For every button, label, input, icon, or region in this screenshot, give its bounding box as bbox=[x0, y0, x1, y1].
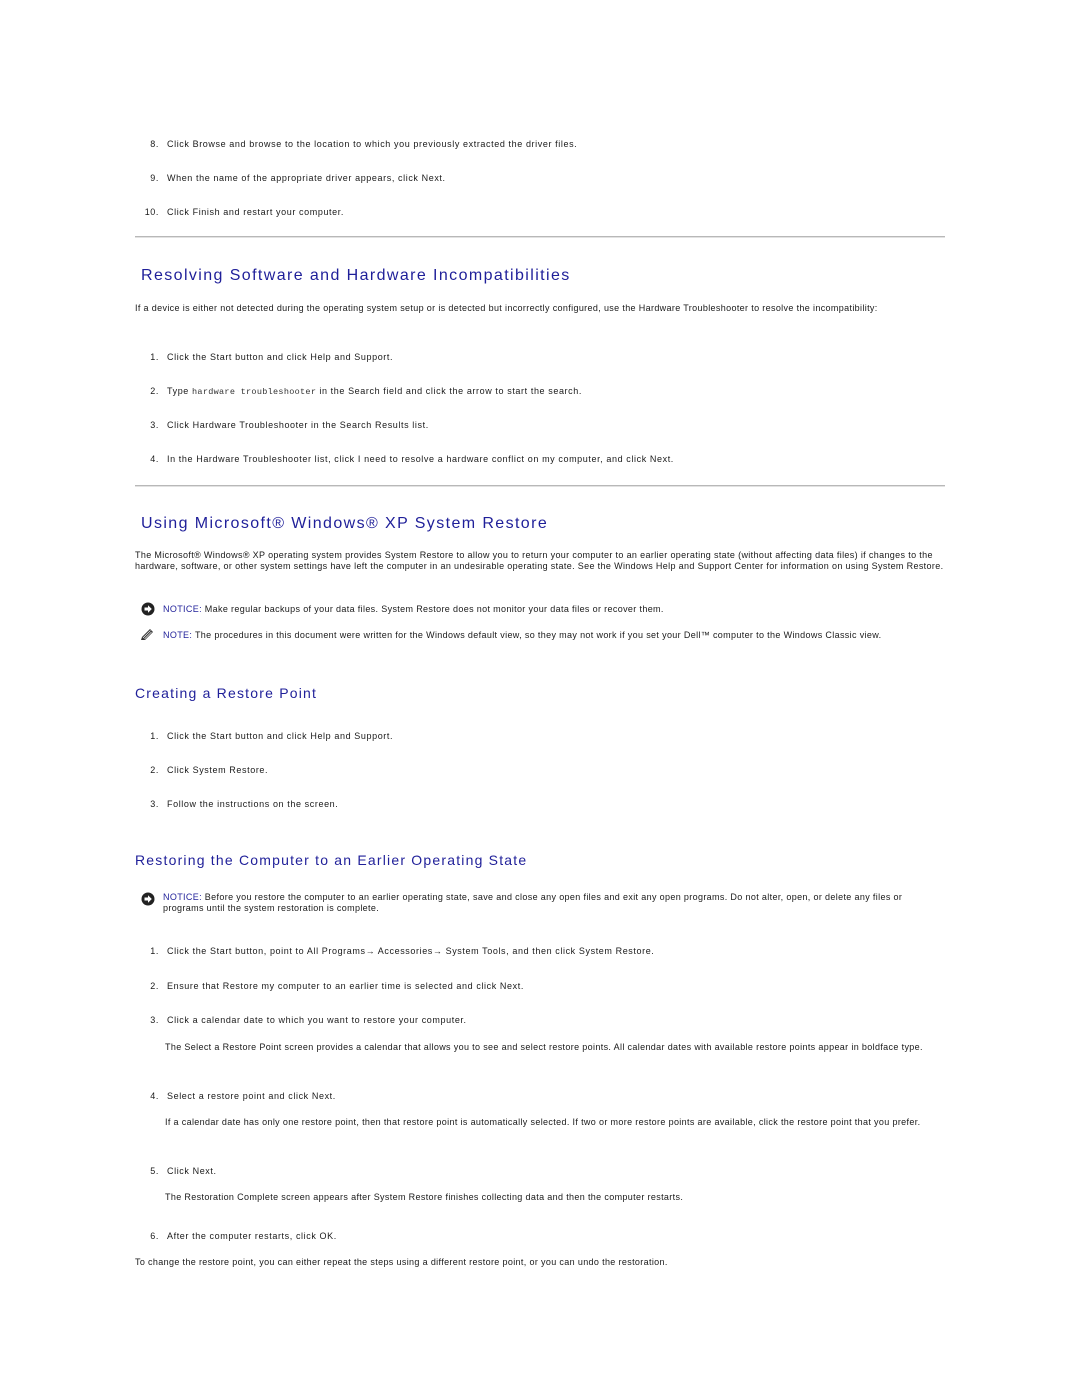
step-number: 5. bbox=[150, 1166, 159, 1176]
section-heading-system-restore: Using Microsoft® Windows® XP System Rest… bbox=[141, 515, 549, 532]
section-intro: If a device is either not detected durin… bbox=[135, 303, 878, 313]
step-number: 1. bbox=[150, 731, 159, 741]
section-divider bbox=[135, 236, 945, 238]
step-detail: The Select a Restore Point screen provid… bbox=[165, 1042, 923, 1052]
list-item: 10. Click Finish and restart your comput… bbox=[145, 207, 344, 218]
step-number: 3. bbox=[150, 1015, 159, 1025]
step-number: 6. bbox=[150, 1231, 159, 1241]
step-text: Follow the instructions on the screen. bbox=[167, 799, 339, 809]
list-item: 2. Ensure that Restore my computer to an… bbox=[150, 981, 524, 992]
notice-text: NOTICE: Make regular backups of your dat… bbox=[163, 604, 943, 615]
subsection-heading-restoring: Restoring the Computer to an Earlier Ope… bbox=[135, 852, 528, 868]
notice-body: Before you restore the computer to an ea… bbox=[163, 892, 903, 913]
step-number: 2. bbox=[150, 981, 159, 991]
step-text: Click Next. bbox=[167, 1166, 217, 1176]
section-divider bbox=[135, 485, 945, 487]
step-text: Click the Start button, point to All Pro… bbox=[167, 946, 655, 956]
list-item: 5. Click Next. bbox=[150, 1166, 217, 1177]
step-text: Click Finish and restart your computer. bbox=[167, 207, 344, 217]
step-detail: If a calendar date has only one restore … bbox=[165, 1117, 921, 1127]
note-body: The procedures in this document were wri… bbox=[192, 630, 882, 640]
notice-text: NOTICE: Before you restore the computer … bbox=[163, 892, 943, 914]
list-item: 6. After the computer restarts, click OK… bbox=[150, 1231, 337, 1242]
notice-icon bbox=[141, 602, 155, 616]
step-text: Ensure that Restore my computer to an ea… bbox=[167, 981, 524, 991]
notice-label: NOTICE: bbox=[163, 892, 202, 902]
step-number: 9. bbox=[150, 173, 159, 183]
section-intro: The Microsoft® Windows® XP operating sys… bbox=[135, 550, 944, 571]
step-number: 2. bbox=[150, 765, 159, 775]
step-number: 10. bbox=[144, 207, 159, 217]
note-pencil-icon bbox=[140, 628, 154, 641]
notice-label: NOTICE: bbox=[163, 604, 202, 614]
list-item: 3. Click a calendar date to which you wa… bbox=[150, 1015, 467, 1026]
closing-paragraph: To change the restore point, you can eit… bbox=[135, 1257, 668, 1267]
step-text: After the computer restarts, click OK. bbox=[167, 1231, 337, 1241]
step-text: Click System Restore. bbox=[167, 765, 269, 775]
step-number: 4. bbox=[150, 454, 159, 464]
step-text: Click Browse and browse to the location … bbox=[167, 139, 578, 149]
list-item: 1. Click the Start button, point to All … bbox=[150, 946, 655, 957]
list-item: 3. Follow the instructions on the screen… bbox=[150, 799, 339, 810]
list-item: 3. Click Hardware Troubleshooter in the … bbox=[150, 420, 429, 431]
step-text: Click Hardware Troubleshooter in the Sea… bbox=[167, 420, 429, 430]
step-number: 2. bbox=[150, 386, 159, 396]
note-text: NOTE: The procedures in this document we… bbox=[163, 630, 933, 641]
section-heading-resolving: Resolving Software and Hardware Incompat… bbox=[141, 267, 571, 284]
note-label: NOTE: bbox=[163, 630, 193, 640]
step-number: 1. bbox=[150, 946, 159, 956]
step-text: When the name of the appropriate driver … bbox=[167, 173, 446, 183]
notice-body: Make regular backups of your data files.… bbox=[201, 604, 664, 614]
list-item: 1. Click the Start button and click Help… bbox=[150, 731, 394, 742]
notice-icon bbox=[141, 892, 155, 906]
step-text-suffix: in the Search field and click the arrow … bbox=[316, 386, 582, 396]
step-text: Click a calendar date to which you want … bbox=[167, 1015, 467, 1025]
subsection-heading-creating: Creating a Restore Point bbox=[135, 685, 318, 701]
step-text: Click the Start button and click Help an… bbox=[167, 352, 394, 362]
list-item: 4. Select a restore point and click Next… bbox=[150, 1091, 336, 1102]
list-item: 8. Click Browse and browse to the locati… bbox=[150, 139, 578, 150]
step-number: 3. bbox=[150, 420, 159, 430]
list-item: 2. Click System Restore. bbox=[150, 765, 269, 776]
step-text: In the Hardware Troubleshooter list, cli… bbox=[167, 454, 674, 464]
step-number: 4. bbox=[150, 1091, 159, 1101]
list-item: 4. In the Hardware Troubleshooter list, … bbox=[150, 454, 674, 465]
list-item: 9. When the name of the appropriate driv… bbox=[150, 173, 446, 184]
step-text: Select a restore point and click Next. bbox=[167, 1091, 336, 1101]
step-detail: The Restoration Complete screen appears … bbox=[165, 1192, 684, 1202]
list-item: 1. Click the Start button and click Help… bbox=[150, 352, 394, 363]
step-text-prefix: Type bbox=[167, 386, 193, 396]
step-number: 1. bbox=[150, 352, 159, 362]
code-snippet: hardware troubleshooter bbox=[192, 387, 317, 397]
step-number: 8. bbox=[150, 139, 159, 149]
step-text: Click the Start button and click Help an… bbox=[167, 731, 394, 741]
step-number: 3. bbox=[150, 799, 159, 809]
list-item: 2. Type hardware troubleshooter in the S… bbox=[150, 386, 582, 398]
